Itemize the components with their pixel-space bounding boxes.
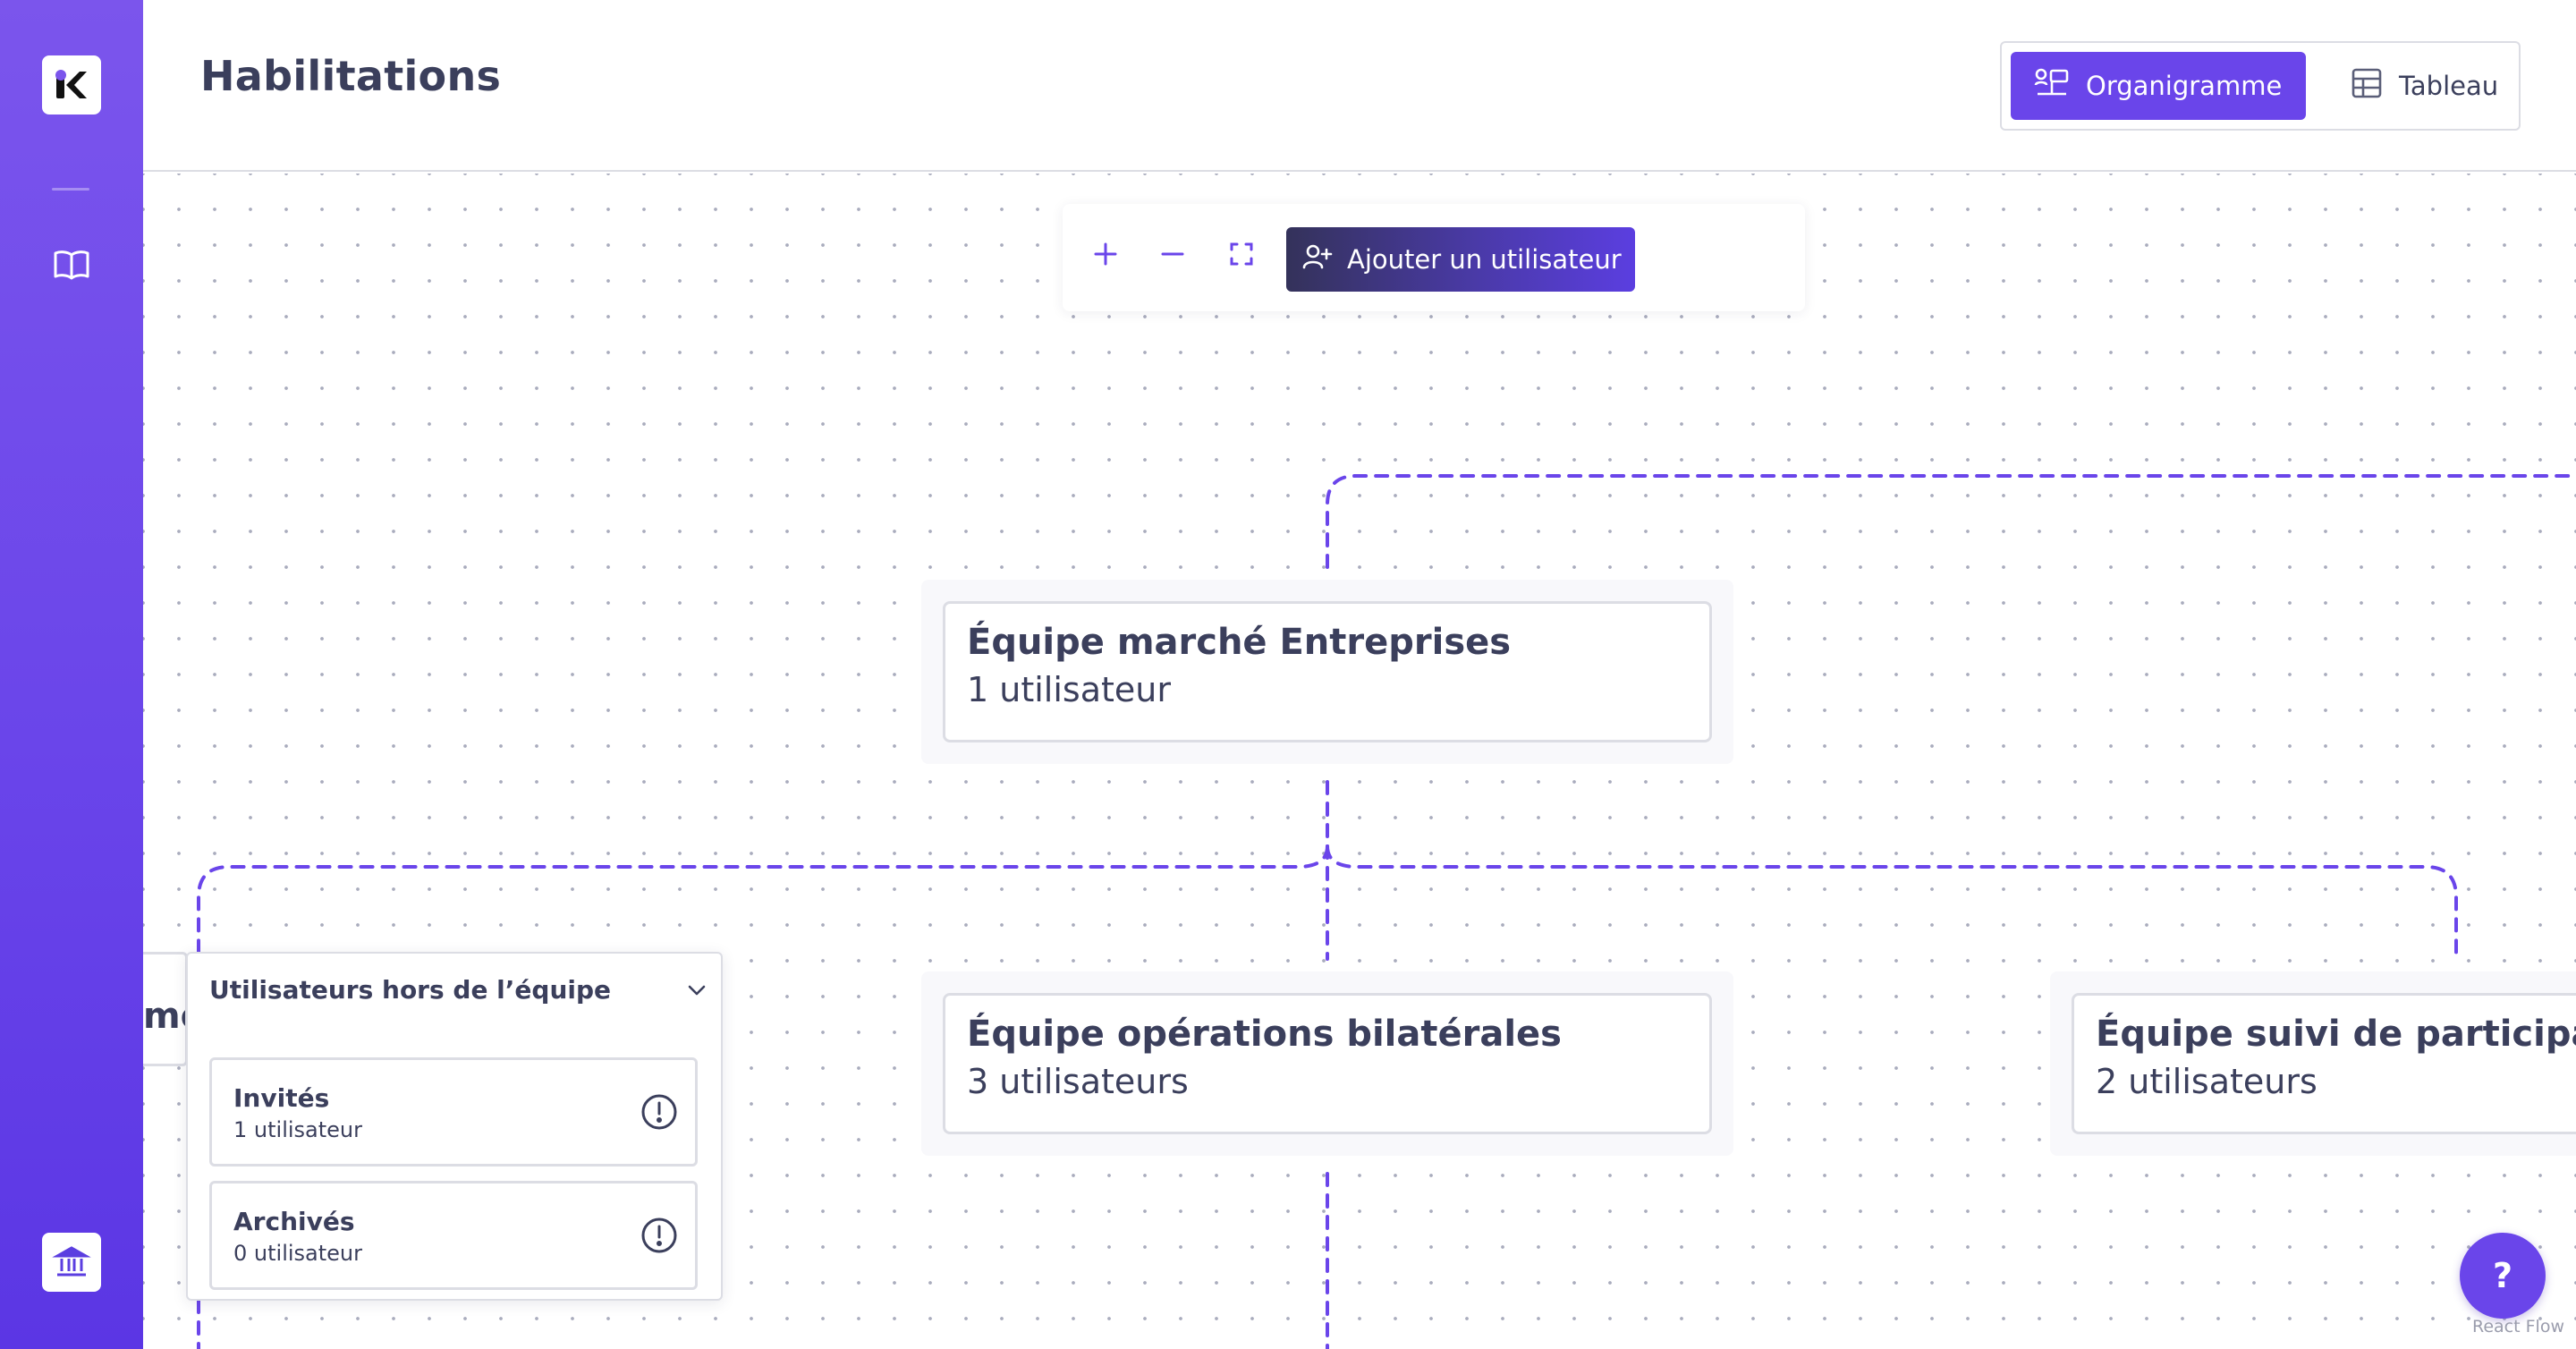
- alert-circle-icon[interactable]: [640, 1092, 679, 1135]
- tab-organigram-label: Organigramme: [2086, 71, 2283, 101]
- team-node-wrapper: Équipe suivi de participat 2 utilisateur…: [2050, 971, 2576, 1156]
- add-user-icon: [1302, 242, 1333, 277]
- edge-entreprises-to-participations: [1326, 844, 2458, 961]
- org-chart-icon: [2034, 67, 2070, 106]
- card-name: Invités: [233, 1083, 330, 1113]
- page-title: Habilitations: [200, 52, 502, 100]
- team-name: Équipe marché Entreprises: [967, 622, 1512, 663]
- fit-view-button[interactable]: [1215, 229, 1268, 283]
- card-name: Archivés: [233, 1207, 355, 1236]
- add-user-label: Ajouter un utilisateur: [1347, 244, 1622, 275]
- chevron-down-icon[interactable]: [685, 979, 708, 1005]
- canvas-toolbar: Ajouter un utilisateur: [1063, 204, 1805, 311]
- out-of-team-title: Utilisateurs hors de l’équipe: [209, 975, 612, 1005]
- edge-entreprises-to-left: [197, 780, 1329, 954]
- table-icon: [2351, 67, 2383, 106]
- team-node-wrapper: Équipe marché Entreprises 1 utilisateur: [921, 580, 1733, 764]
- org-chart-canvas[interactable]: Ajouter un utilisateur Équipe marché Ent…: [143, 174, 2576, 1349]
- team-name: Équipe opérations bilatérales: [967, 1014, 1562, 1055]
- page-header: Habilitations Organigramme Tableau: [143, 0, 2576, 172]
- logo-icon[interactable]: [42, 55, 101, 115]
- team-node[interactable]: Équipe opérations bilatérales 3 utilisat…: [943, 993, 1712, 1134]
- invited-users-card[interactable]: Invités 1 utilisateur: [209, 1057, 698, 1167]
- minus-icon: [1159, 241, 1186, 271]
- plus-icon: [1092, 241, 1119, 271]
- team-node-wrapper: Équipe opérations bilatérales 3 utilisat…: [921, 971, 1733, 1156]
- team-user-count: 2 utilisateurs: [2096, 1062, 2318, 1101]
- edge-root-to-entreprises: [1326, 474, 2576, 569]
- archived-users-card[interactable]: Archivés 0 utilisateur: [209, 1181, 698, 1290]
- team-user-count: 3 utilisateurs: [967, 1062, 1189, 1101]
- help-button[interactable]: ?: [2460, 1233, 2546, 1319]
- team-name-partial: me: [143, 996, 185, 1037]
- team-name: Équipe suivi de participat: [2096, 1014, 2576, 1055]
- zoom-in-button[interactable]: [1079, 229, 1132, 283]
- bank-icon[interactable]: [42, 1233, 101, 1292]
- tab-table[interactable]: Tableau: [2327, 52, 2506, 120]
- alert-circle-icon[interactable]: [640, 1216, 679, 1259]
- add-user-button[interactable]: Ajouter un utilisateur: [1286, 227, 1635, 292]
- sidebar: [0, 0, 143, 1349]
- zoom-out-button[interactable]: [1146, 229, 1199, 283]
- team-node[interactable]: Équipe suivi de participat 2 utilisateur…: [2072, 993, 2576, 1134]
- card-count: 1 utilisateur: [233, 1117, 362, 1142]
- team-user-count: 1 utilisateur: [967, 670, 1171, 709]
- sidebar-divider: [52, 188, 89, 191]
- book-icon[interactable]: [50, 243, 93, 286]
- tab-organigram[interactable]: Organigramme: [2011, 52, 2306, 120]
- fit-view-icon: [1229, 242, 1254, 270]
- team-node-partial[interactable]: me: [143, 952, 188, 1066]
- app-root: Habilitations Organigramme Tableau Ajout…: [0, 0, 2576, 1349]
- tab-table-label: Tableau: [2399, 71, 2499, 101]
- team-node[interactable]: Équipe marché Entreprises 1 utilisateur: [943, 601, 1712, 742]
- card-count: 0 utilisateur: [233, 1241, 362, 1266]
- view-toggle: Organigramme Tableau: [2000, 41, 2521, 131]
- react-flow-attribution[interactable]: React Flow: [2472, 1317, 2564, 1336]
- out-of-team-panel: Utilisateurs hors de l’équipe Invités 1 …: [186, 952, 723, 1301]
